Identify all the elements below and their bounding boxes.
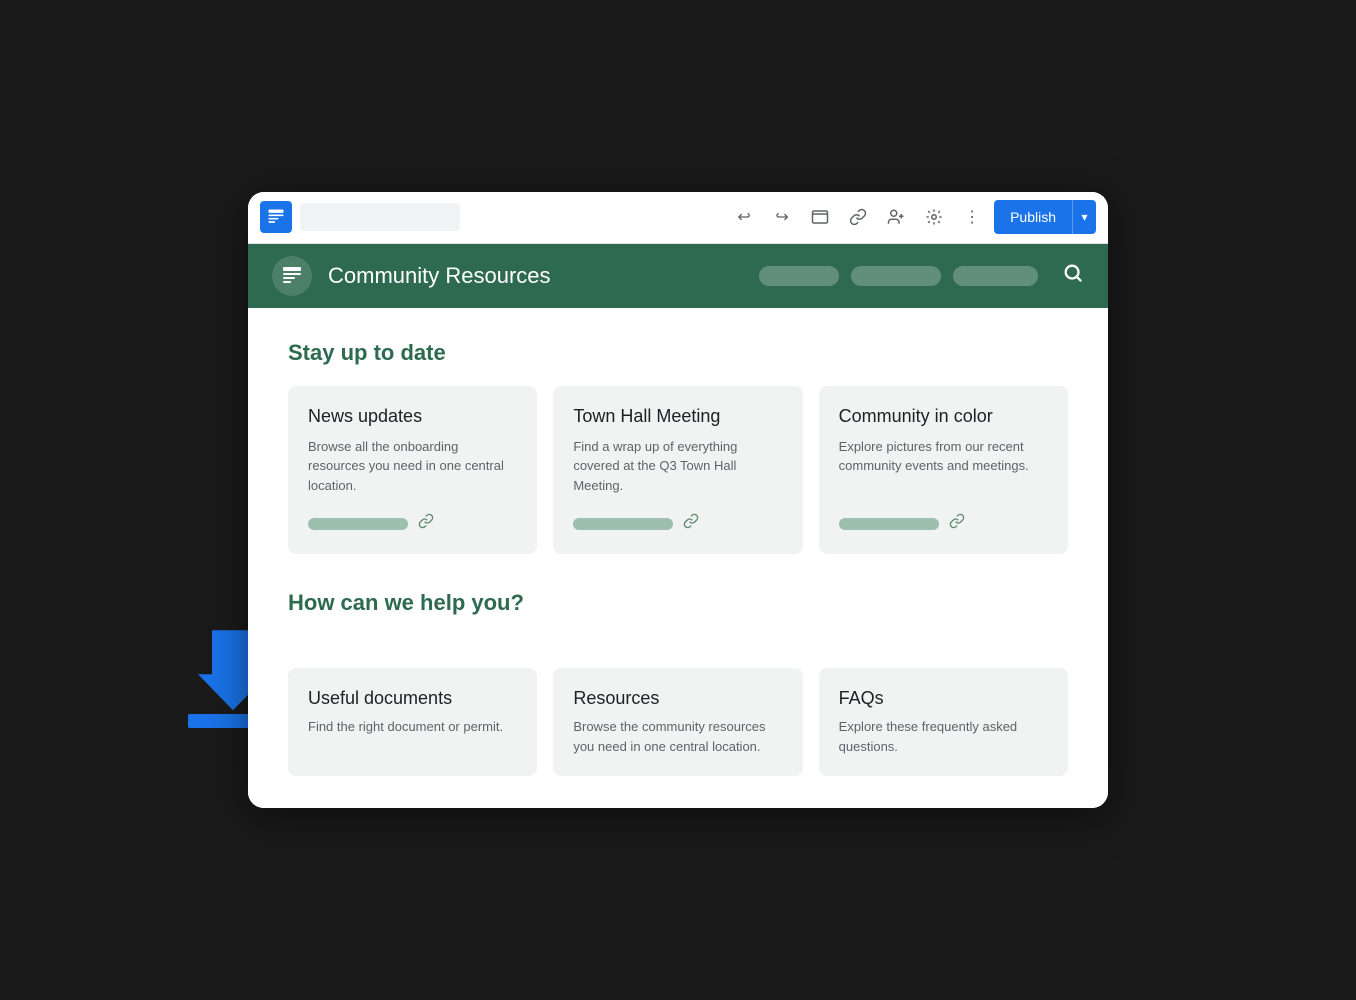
cards-grid-2: Useful documents Find the right document… xyxy=(288,668,1068,776)
publish-button[interactable]: Publish xyxy=(994,200,1072,234)
card-1-footer xyxy=(308,513,517,534)
card-community-color[interactable]: Community in color Explore pictures from… xyxy=(819,386,1068,555)
add-user-button[interactable] xyxy=(880,201,912,233)
site-title: Community Resources xyxy=(328,263,743,289)
site-nav xyxy=(759,266,1038,286)
card-news-updates[interactable]: News updates Browse all the onboarding r… xyxy=(288,386,537,555)
nav-item-2[interactable] xyxy=(851,266,941,286)
app-logo xyxy=(260,201,292,233)
document-title-bar[interactable] xyxy=(300,203,460,231)
card-useful-docs[interactable]: Useful documents Find the right document… xyxy=(288,668,537,776)
card-4-desc: Find the right document or permit. xyxy=(308,717,517,737)
settings-button[interactable] xyxy=(918,201,950,233)
card-4-title: Useful documents xyxy=(308,688,517,709)
nav-item-3[interactable] xyxy=(953,266,1038,286)
card-6-desc: Explore these frequently asked questions… xyxy=(839,717,1048,756)
chevron-down-icon: ▾ xyxy=(1081,210,1087,224)
section2-title: How can we help you? xyxy=(288,590,1068,616)
site-logo xyxy=(272,256,312,296)
redo-button[interactable]: ↪ xyxy=(766,201,798,233)
toolbar-icons: ↩ ↪ xyxy=(728,200,1096,234)
card-3-footer xyxy=(839,513,1048,534)
site-content: Community Resources Stay up to date xyxy=(248,244,1108,809)
card-1-desc: Browse all the onboarding resources you … xyxy=(308,437,517,496)
link-icon-1 xyxy=(418,513,434,534)
site-header: Community Resources xyxy=(248,244,1108,308)
card-2-footer xyxy=(573,513,782,534)
card-5-title: Resources xyxy=(573,688,782,709)
bottom-section: Useful documents Find the right document… xyxy=(248,668,1108,808)
card-6-title: FAQs xyxy=(839,688,1048,709)
main-content: Stay up to date News updates Browse all … xyxy=(248,308,1108,669)
card-town-hall[interactable]: Town Hall Meeting Find a wrap up of ever… xyxy=(553,386,802,555)
cards-grid-1: News updates Browse all the onboarding r… xyxy=(288,386,1068,555)
card-2-link-bar xyxy=(573,518,673,530)
card-3-link-bar xyxy=(839,518,939,530)
link-icon-3 xyxy=(949,513,965,534)
card-5-desc: Browse the community resources you need … xyxy=(573,717,782,756)
search-icon[interactable] xyxy=(1062,262,1084,290)
card-faqs[interactable]: FAQs Explore these frequently asked ques… xyxy=(819,668,1068,776)
section1-title: Stay up to date xyxy=(288,340,1068,366)
card-1-link-bar xyxy=(308,518,408,530)
card-1-title: News updates xyxy=(308,406,517,427)
publish-dropdown-button[interactable]: ▾ xyxy=(1072,200,1096,234)
card-3-title: Community in color xyxy=(839,406,1048,427)
nav-item-1[interactable] xyxy=(759,266,839,286)
card-3-desc: Explore pictures from our recent communi… xyxy=(839,437,1048,496)
undo-button[interactable]: ↩ xyxy=(728,201,760,233)
card-2-desc: Find a wrap up of everything covered at … xyxy=(573,437,782,496)
link-icon-2 xyxy=(683,513,699,534)
card-2-title: Town Hall Meeting xyxy=(573,406,782,427)
toolbar: ↩ ↪ xyxy=(248,192,1108,244)
link-button[interactable] xyxy=(842,201,874,233)
browser-window: ↩ ↪ xyxy=(248,192,1108,809)
card-resources[interactable]: Resources Browse the community resources… xyxy=(553,668,802,776)
preview-button[interactable] xyxy=(804,201,836,233)
more-button[interactable]: ⋮ xyxy=(956,201,988,233)
